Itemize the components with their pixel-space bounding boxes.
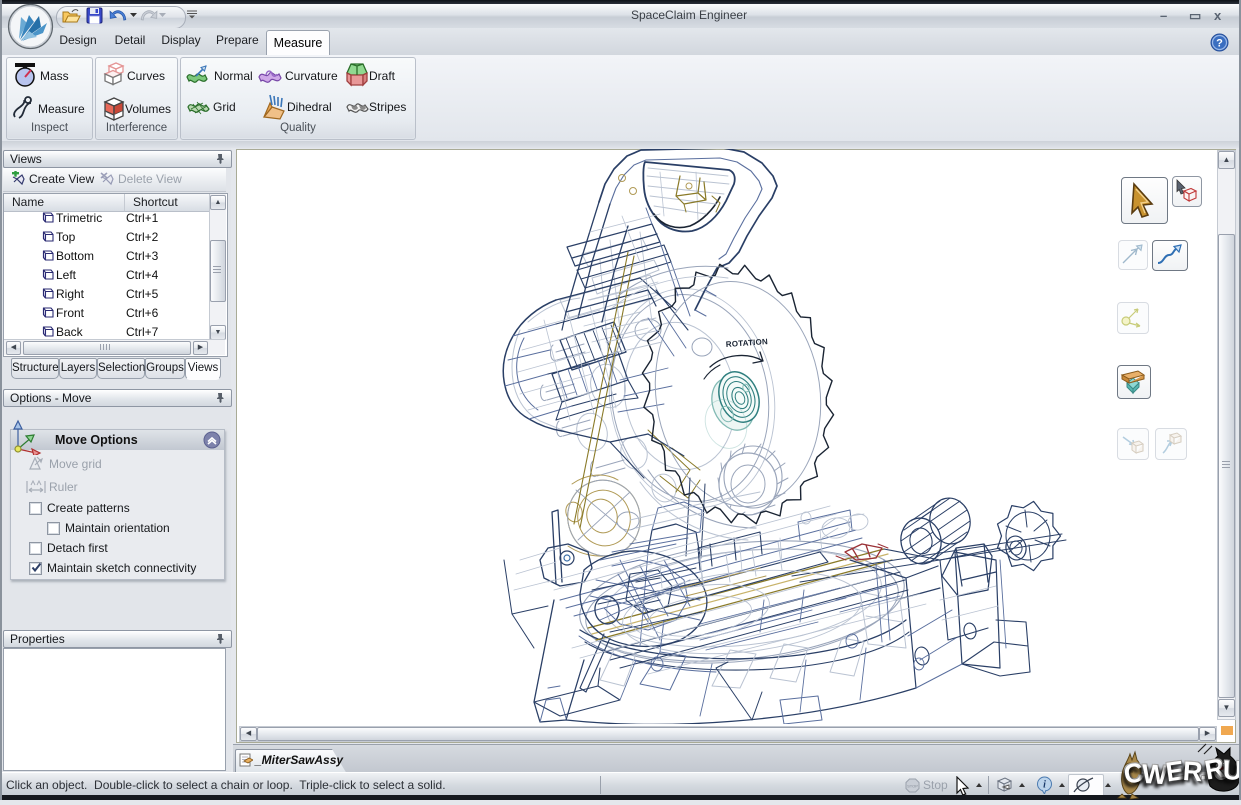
svg-text:?: ? (1216, 38, 1223, 50)
svg-text:i: i (1043, 780, 1046, 791)
svg-text:STOP: STOP (907, 784, 918, 789)
